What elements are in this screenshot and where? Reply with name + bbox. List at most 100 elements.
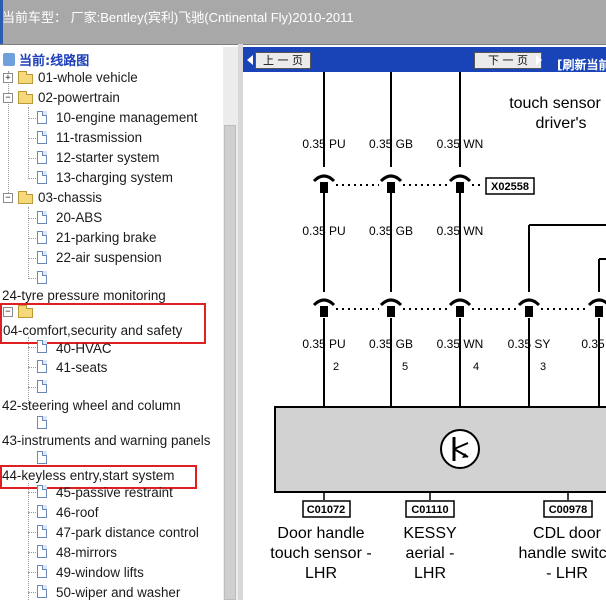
wire-spec-label: 0.35 PU [302, 137, 345, 151]
connector-symbol [379, 174, 403, 183]
tree-guide [28, 492, 36, 493]
tree-item-20[interactable]: 20-ABS [56, 210, 102, 226]
document-icon [37, 585, 47, 598]
tree-item-42[interactable]: 42-steering wheel and column [2, 398, 181, 414]
tree-guide [28, 367, 36, 368]
connector-pin [456, 182, 464, 193]
document-icon [37, 380, 47, 393]
tree-guide [8, 71, 9, 201]
component-header-text: touch sensor [509, 95, 601, 112]
tree-guide [28, 512, 36, 513]
connector-pin [387, 306, 395, 317]
tree-item-01[interactable]: 01-whole vehicle [38, 70, 138, 86]
pin-number: 4 [473, 361, 479, 373]
collapse-toggle[interactable]: − [3, 93, 13, 103]
document-icon [37, 111, 47, 124]
component-name-line: CDL door [533, 525, 602, 542]
tree-item-11[interactable]: 11-trasmission [56, 130, 142, 146]
connector-symbol [517, 298, 541, 307]
component-name-line: touch sensor - [270, 545, 371, 562]
component-id-label: C01110 [411, 504, 448, 516]
tree-guide [28, 158, 36, 159]
tree-item-13[interactable]: 13-charging system [56, 170, 173, 186]
component-name-line: - LHR [546, 565, 588, 582]
tree-item-10[interactable]: 10-engine management [56, 110, 197, 126]
document-icon [37, 231, 47, 244]
document-icon [37, 211, 47, 224]
tree-item-46[interactable]: 46-roof [56, 505, 98, 521]
collapse-toggle[interactable]: − [3, 193, 13, 203]
document-icon [37, 271, 47, 284]
folder-open-icon [18, 191, 33, 204]
connector-pin [456, 306, 464, 317]
tree-item-47[interactable]: 47-park distance control [56, 525, 199, 541]
document-icon [37, 545, 47, 558]
refresh-link[interactable]: [刷新当前 [557, 56, 606, 73]
scrollbar-thumb[interactable] [224, 125, 236, 600]
folder-open-icon [18, 91, 33, 104]
tree-guide [28, 592, 36, 593]
document-icon [37, 525, 47, 538]
highlight-box-04 [0, 303, 206, 344]
wire-spec-label: 0.35 PU [302, 224, 345, 238]
component-name-line: LHR [305, 565, 337, 582]
tree-root-label[interactable]: 当前:线路图 [19, 50, 89, 69]
connector-pin [595, 306, 603, 317]
prev-page-button[interactable]: 上 一 页 [255, 52, 311, 69]
tree-guide [28, 572, 36, 573]
expand-toggle[interactable]: + [3, 73, 13, 83]
component-name-line: handle switch [519, 545, 606, 562]
diagram-panel: 上 一 页 下 一 页 [刷新当前 0.35 PU 0.35 GB 0.35 W… [243, 47, 606, 600]
document-icon [37, 131, 47, 144]
tree-guide [28, 138, 36, 139]
connector-pin [320, 306, 328, 317]
component-name-line: Door handle [277, 525, 364, 542]
tree-panel: 当前:线路图 + 01-whole vehicle − 02-powertrai… [0, 47, 223, 600]
tree-item-48[interactable]: 48-mirrors [56, 545, 117, 561]
component-id-label: C00978 [549, 504, 588, 516]
wire-spec-label: 0.35 WN [437, 137, 484, 151]
tree-item-02[interactable]: 02-powertrain [38, 90, 120, 106]
pin-number: 5 [402, 361, 408, 373]
tree-item-43[interactable]: 43-instruments and warning panels [2, 433, 210, 449]
tree-guide [28, 278, 36, 279]
next-page-button[interactable]: 下 一 页 [474, 52, 542, 69]
tree-item-12[interactable]: 12-starter system [56, 150, 159, 166]
tree-item-03[interactable]: 03-chassis [38, 190, 102, 206]
tree-item-24[interactable]: 24-tyre pressure monitoring [2, 288, 166, 304]
tree-item-22[interactable]: 22-air suspension [56, 250, 162, 266]
wiring-root-icon [3, 53, 15, 66]
wiring-diagram: 0.35 PU 0.35 GB 0.35 WN 0.35 PU 0.35 GB … [270, 72, 606, 582]
wire-spec-label: 0.35 [581, 337, 605, 351]
tree-scrollbar[interactable] [223, 47, 238, 600]
tree-guide [28, 118, 36, 119]
tree-guide [28, 483, 29, 600]
pin-number: 2 [333, 361, 339, 373]
ground-symbol-icon [440, 429, 480, 469]
wire-spec-label: 0.35 GB [369, 137, 413, 151]
tree-item-50[interactable]: 50-wiper and washer [56, 585, 180, 600]
tree-guide [28, 238, 36, 239]
prev-arrow-icon[interactable] [247, 55, 253, 65]
connector-symbol [448, 174, 472, 183]
connector-symbol [312, 298, 336, 307]
connector-id-label: X02558 [491, 181, 529, 193]
next-arrow-icon[interactable] [536, 55, 542, 65]
folder-icon [18, 71, 33, 84]
connector-symbol [587, 298, 606, 307]
component-name-line: KESSY [403, 525, 457, 542]
document-icon [37, 565, 47, 578]
tree-item-41[interactable]: 41-seats [56, 360, 107, 376]
pin-number: 3 [540, 361, 546, 373]
component-name-line: aerial - [406, 545, 455, 562]
vehicle-title: 当前车型： 厂家:Bentley(宾利)飞驰(Cntinental Fly)20… [2, 10, 354, 25]
document-icon [37, 360, 47, 373]
wire-spec-label: 0.35 SY [508, 337, 551, 351]
tree-item-21[interactable]: 21-parking brake [56, 230, 157, 246]
tree-item-45[interactable]: 45-passive restraint [56, 485, 173, 501]
tree-item-49[interactable]: 49-window lifts [56, 565, 144, 581]
tree-item-40[interactable]: 40-HVAC [56, 341, 112, 357]
tree-guide [28, 178, 36, 179]
document-icon [37, 251, 47, 264]
tree-guide [28, 218, 36, 219]
